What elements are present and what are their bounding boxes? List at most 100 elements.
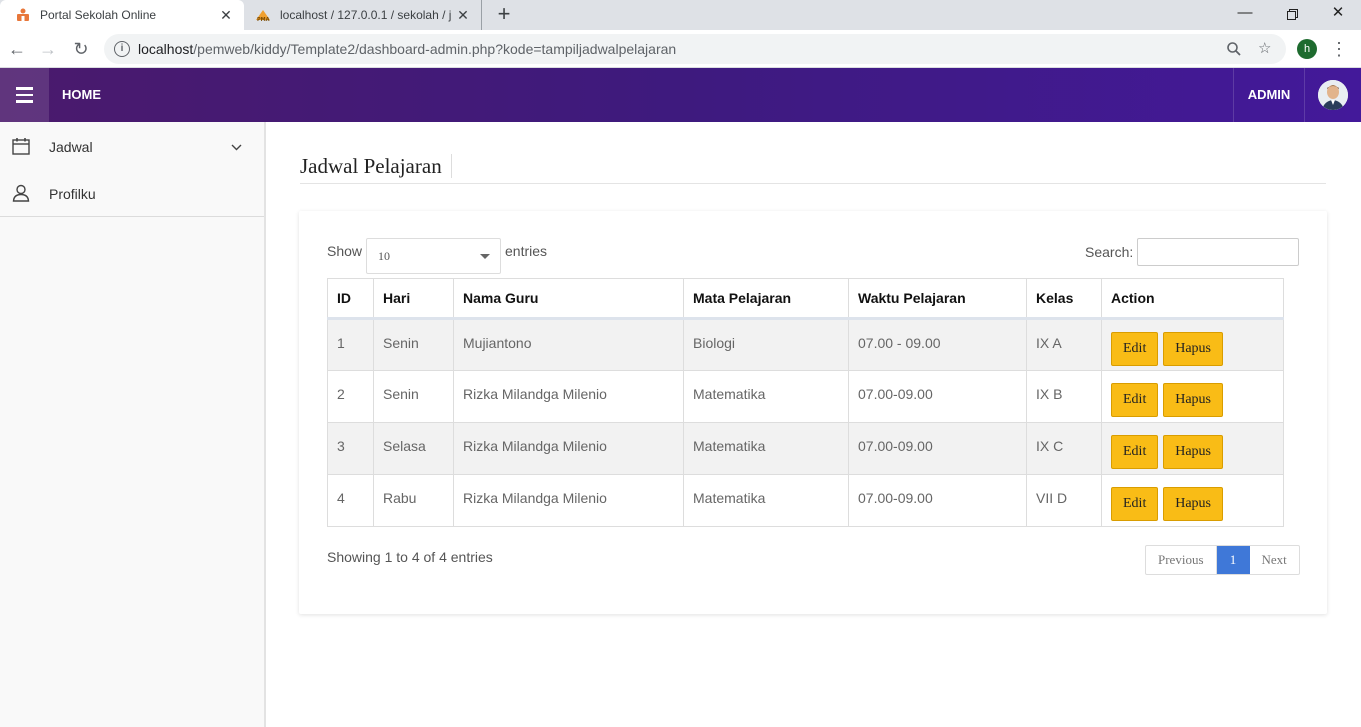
- calendar-icon: [12, 137, 32, 157]
- table-row: 1 Senin Mujiantono Biologi 07.00 - 09.00…: [327, 318, 1284, 371]
- browser-tab-active[interactable]: Portal Sekolah Online ✕: [0, 0, 244, 30]
- cell-id: 4: [327, 474, 374, 527]
- cell-mapel: Biologi: [683, 318, 849, 371]
- sidebar-item-label: Profilku: [49, 186, 96, 202]
- pagination-next[interactable]: Next: [1250, 546, 1299, 574]
- cell-actions: Edit Hapus: [1101, 474, 1284, 527]
- new-tab-icon[interactable]: +: [492, 3, 516, 27]
- cell-actions: Edit Hapus: [1101, 318, 1284, 371]
- pagination: Previous 1 Next: [1145, 545, 1300, 575]
- browser-tabstrip: Portal Sekolah Online ✕ PMA localhost / …: [0, 0, 1361, 30]
- column-header-nama-guru[interactable]: Nama Guru: [453, 278, 684, 320]
- admin-menu[interactable]: ADMIN: [1233, 68, 1305, 122]
- cell-guru: Rizka Milandga Milenio: [453, 422, 684, 475]
- cell-mapel: Matematika: [683, 474, 849, 527]
- search-label: Search:: [1085, 244, 1134, 260]
- column-header-kelas[interactable]: Kelas: [1026, 278, 1102, 320]
- column-header-action: Action: [1101, 278, 1284, 320]
- url-host: localhost: [138, 41, 194, 57]
- hamburger-menu-icon[interactable]: [0, 68, 49, 122]
- cell-kelas: IX B: [1026, 370, 1102, 423]
- close-window-icon[interactable]: ✕: [1315, 0, 1361, 30]
- cell-guru: Rizka Milandga Milenio: [453, 474, 684, 527]
- browser-menu-icon[interactable]: ⋮: [1330, 37, 1348, 61]
- cell-mapel: Matematika: [683, 370, 849, 423]
- column-header-hari[interactable]: Hari: [373, 278, 454, 320]
- pagination-previous[interactable]: Previous: [1146, 546, 1217, 574]
- edit-button[interactable]: Edit: [1111, 487, 1159, 521]
- user-avatar[interactable]: [1318, 80, 1348, 110]
- cell-id: 3: [327, 422, 374, 475]
- browser-tab-inactive[interactable]: PMA localhost / 127.0.0.1 / sekolah / ja…: [246, 0, 482, 30]
- edit-button[interactable]: Edit: [1111, 332, 1159, 366]
- column-header-id[interactable]: ID: [327, 278, 374, 320]
- dropdown-caret-icon: [480, 254, 490, 259]
- schedule-table: ID Hari Nama Guru Mata Pelajaran Waktu P…: [327, 278, 1284, 527]
- url-text: localhost/pemweb/kiddy/Template2/dashboa…: [138, 41, 676, 57]
- delete-button[interactable]: Hapus: [1163, 487, 1224, 521]
- zoom-search-icon[interactable]: [1227, 34, 1241, 64]
- table-header-row: ID Hari Nama Guru Mata Pelajaran Waktu P…: [327, 278, 1284, 320]
- cell-waktu: 07.00-09.00: [848, 422, 1027, 475]
- profile-avatar[interactable]: h: [1297, 39, 1317, 59]
- page-length-select[interactable]: 10: [366, 238, 501, 274]
- sidebar-item-jadwal[interactable]: Jadwal: [0, 124, 264, 170]
- browser-tab-title: localhost / 127.0.0.1 / sekolah / ja: [280, 8, 451, 22]
- delete-button[interactable]: Hapus: [1163, 435, 1224, 469]
- home-link[interactable]: HOME: [62, 68, 101, 122]
- cell-hari: Senin: [373, 370, 454, 423]
- minimize-icon[interactable]: —: [1222, 0, 1268, 30]
- svg-text:PMA: PMA: [257, 17, 270, 22]
- cell-waktu: 07.00 - 09.00: [848, 318, 1027, 371]
- pagination-page-current[interactable]: 1: [1216, 546, 1250, 574]
- show-label: Show: [327, 243, 363, 259]
- app-header: HOME ADMIN: [0, 68, 1361, 122]
- edit-button[interactable]: Edit: [1111, 383, 1159, 417]
- bookmark-star-icon[interactable]: ☆: [1258, 34, 1271, 64]
- back-arrow-icon[interactable]: ←: [5, 37, 29, 61]
- address-bar[interactable]: i localhost/pemweb/kiddy/Template2/dashb…: [104, 34, 1286, 64]
- cell-mapel: Matematika: [683, 422, 849, 475]
- column-header-mata-pelajaran[interactable]: Mata Pelajaran: [683, 278, 849, 320]
- browser-tab-title: Portal Sekolah Online: [40, 8, 157, 22]
- cell-actions: Edit Hapus: [1101, 370, 1284, 423]
- delete-button[interactable]: Hapus: [1163, 383, 1224, 417]
- cell-guru: Rizka Milandga Milenio: [453, 370, 684, 423]
- reload-icon[interactable]: ↻: [69, 37, 93, 61]
- close-tab-icon[interactable]: ✕: [451, 7, 475, 24]
- phpmyadmin-favicon-icon: PMA: [254, 7, 272, 23]
- page-length-value: 10: [378, 249, 390, 263]
- delete-button[interactable]: Hapus: [1163, 332, 1224, 366]
- cell-hari: Selasa: [373, 422, 454, 475]
- cell-hari: Rabu: [373, 474, 454, 527]
- forward-arrow-icon[interactable]: →: [36, 37, 60, 61]
- datatable-card: Show 10 entries Search: ID Hari Nama Gur…: [299, 211, 1327, 614]
- school-favicon-icon: [14, 7, 32, 23]
- cell-kelas: IX A: [1026, 318, 1102, 371]
- edit-button[interactable]: Edit: [1111, 435, 1159, 469]
- user-icon: [12, 184, 32, 204]
- sidebar-item-profilku[interactable]: Profilku: [0, 171, 264, 217]
- cell-waktu: 07.00-09.00: [848, 474, 1027, 527]
- cell-id: 1: [327, 318, 374, 371]
- table-row: 2 Senin Rizka Milandga Milenio Matematik…: [327, 370, 1284, 423]
- search-input[interactable]: [1137, 238, 1299, 266]
- close-tab-icon[interactable]: ✕: [214, 7, 238, 24]
- cell-waktu: 07.00-09.00: [848, 370, 1027, 423]
- entries-label: entries: [505, 243, 548, 259]
- cell-kelas: IX C: [1026, 422, 1102, 475]
- column-header-waktu-pelajaran[interactable]: Waktu Pelajaran: [848, 278, 1027, 320]
- cell-actions: Edit Hapus: [1101, 422, 1284, 475]
- chevron-down-icon[interactable]: [231, 138, 242, 154]
- page-title: Jadwal Pelajaran: [300, 154, 452, 178]
- sidebar: Jadwal Profilku: [0, 122, 266, 727]
- cell-id: 2: [327, 370, 374, 423]
- site-info-icon[interactable]: i: [114, 41, 130, 57]
- cell-hari: Senin: [373, 318, 454, 371]
- table-row: 3 Selasa Rizka Milandga Milenio Matemati…: [327, 422, 1284, 475]
- url-path: /pemweb/kiddy/Template2/dashboard-admin.…: [193, 41, 677, 57]
- browser-toolbar: ← → ↻ i localhost/pemweb/kiddy/Template2…: [0, 30, 1361, 68]
- cell-guru: Mujiantono: [453, 318, 684, 371]
- cell-kelas: VII D: [1026, 474, 1102, 527]
- restore-icon[interactable]: [1269, 0, 1315, 30]
